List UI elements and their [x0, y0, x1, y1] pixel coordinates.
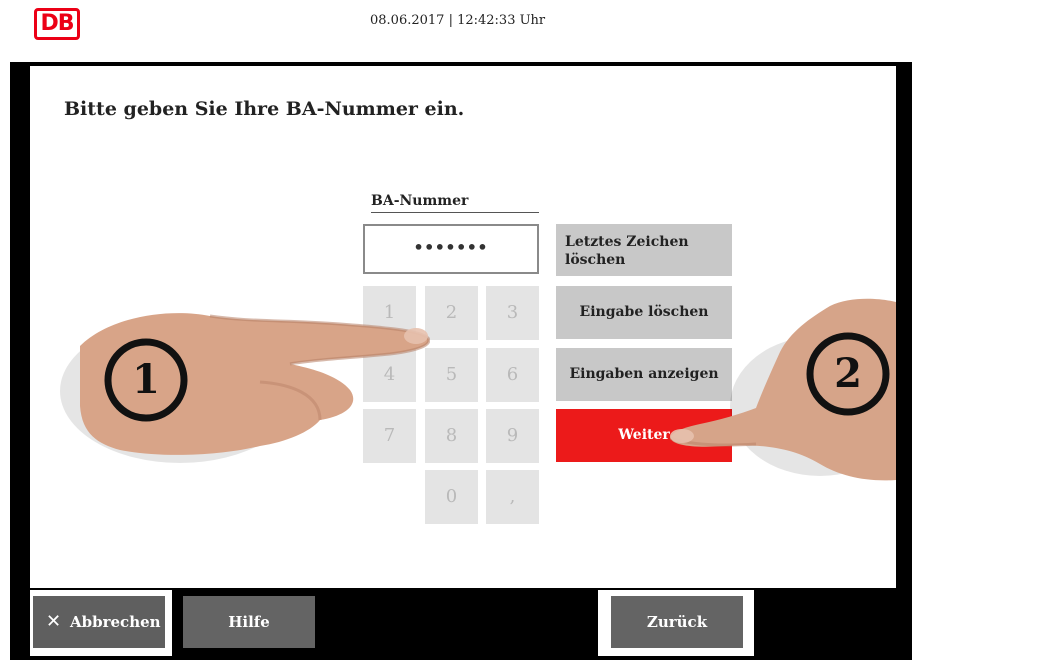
keypad-key-8[interactable]: 8 [425, 409, 478, 463]
datetime: 08.06.2017 | 12:42:33 Uhr [370, 13, 546, 28]
keypad-key-5[interactable]: 5 [425, 348, 478, 402]
cancel-button[interactable]: ✕ Abbrechen [33, 596, 165, 648]
back-button[interactable]: Zurück [611, 596, 743, 648]
keypad-key-6[interactable]: 6 [486, 348, 539, 402]
help-button[interactable]: Hilfe [183, 596, 315, 648]
step-1-marker: 1 [104, 338, 188, 422]
keypad-key-3[interactable]: 3 [486, 286, 539, 340]
page-title: Bitte geben Sie Ihre BA-Nummer ein. [64, 98, 465, 120]
keypad-key-2[interactable]: 2 [425, 286, 478, 340]
svg-text:2: 2 [834, 350, 862, 397]
keypad-key-9[interactable]: 9 [486, 409, 539, 463]
db-logo: DB [34, 8, 80, 40]
main-panel: Bitte geben Sie Ihre BA-Nummer ein. BA-N… [30, 66, 896, 588]
close-icon: ✕ [46, 611, 62, 632]
ba-number-input[interactable]: ••••••• [363, 224, 539, 274]
step-2-marker: 2 [806, 332, 890, 416]
cancel-label: Abbrechen [70, 613, 161, 631]
keypad-key-comma[interactable]: , [486, 470, 539, 524]
delete-last-char-button[interactable]: Letztes Zeichen löschen [556, 224, 732, 276]
keypad-key-0[interactable]: 0 [425, 470, 478, 524]
top-bar: DB 08.06.2017 | 12:42:33 Uhr [0, 0, 1041, 62]
ba-number-label: BA-Nummer [371, 193, 539, 213]
svg-text:1: 1 [132, 356, 160, 403]
